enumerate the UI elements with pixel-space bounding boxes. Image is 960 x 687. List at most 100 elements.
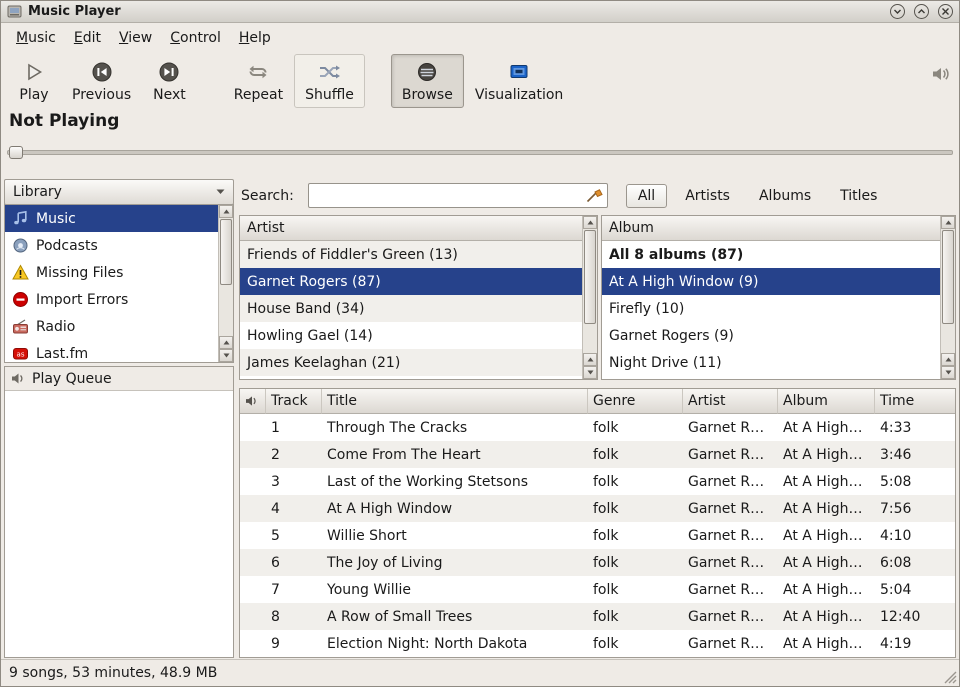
scroll-up-button[interactable] — [583, 353, 597, 366]
scroll-up-button[interactable] — [941, 216, 955, 229]
sidebar-item-radio[interactable]: Radio — [5, 313, 218, 340]
title-bar[interactable]: Music Player — [1, 1, 959, 23]
title-column-header[interactable]: Title — [322, 389, 588, 414]
album-row[interactable]: Night Drive (11) — [602, 349, 940, 376]
browse-label: Browse — [402, 87, 453, 103]
scroll-up-button[interactable] — [219, 205, 233, 218]
status-text: 9 songs, 53 minutes, 48.9 MB — [9, 665, 217, 681]
track-row[interactable]: 8A Row of Small TreesfolkGarnet R…At A H… — [240, 603, 955, 630]
album-scrollbar[interactable] — [940, 216, 955, 379]
artist-row[interactable]: Friends of Fiddler's Green (13) — [240, 241, 582, 268]
next-icon — [158, 60, 180, 84]
sidebar-scrollbar[interactable] — [218, 205, 233, 362]
scroll-up-button[interactable] — [583, 216, 597, 229]
visualization-button[interactable]: Visualization — [464, 54, 574, 108]
browse-button[interactable]: Browse — [391, 54, 464, 108]
track-row[interactable]: 1Through The CracksfolkGarnet R…At A Hig… — [240, 414, 955, 441]
sidebar-item-label: Import Errors — [36, 292, 128, 308]
artist-scrollbar[interactable] — [582, 216, 597, 379]
menu-control[interactable]: Control — [161, 27, 230, 49]
status-bar: 9 songs, 53 minutes, 48.9 MB — [1, 659, 959, 686]
maximize-button[interactable] — [914, 4, 929, 19]
scrollbar-thumb[interactable] — [942, 230, 954, 324]
filter-all[interactable]: All — [626, 184, 667, 208]
resize-grip[interactable] — [944, 671, 957, 684]
repeat-button[interactable]: Repeat — [223, 54, 294, 108]
track-row[interactable]: 2Come From The HeartfolkGarnet R…At A Hi… — [240, 441, 955, 468]
track-row[interactable]: 9Election Night: North DakotafolkGarnet … — [240, 630, 955, 657]
close-button[interactable] — [938, 4, 953, 19]
album-column-header[interactable]: Album — [602, 216, 940, 241]
play-button[interactable]: Play — [7, 54, 61, 108]
speaker-icon — [11, 372, 26, 385]
menu-help[interactable]: Help — [230, 27, 280, 49]
album-row[interactable]: All 8 albums (87) — [602, 241, 940, 268]
album-row[interactable]: At A High Window (9) — [602, 268, 940, 295]
filter-titles[interactable]: Titles — [829, 185, 888, 207]
browse-icon — [416, 60, 438, 84]
app-icon — [7, 4, 22, 19]
sidebar-item-import-errors[interactable]: Import Errors — [5, 286, 218, 313]
error-icon — [12, 291, 29, 308]
chevron-down-icon — [216, 189, 225, 195]
source-selector[interactable]: Library — [4, 179, 234, 205]
track-column-header[interactable]: Track — [266, 389, 322, 414]
artist-list: Friends of Fiddler's Green (13)Garnet Ro… — [240, 241, 582, 379]
track-row[interactable]: 3Last of the Working StetsonsfolkGarnet … — [240, 468, 955, 495]
artist-row[interactable]: Garnet Rogers (87) — [240, 268, 582, 295]
album-column-header[interactable]: Album — [778, 389, 875, 414]
svg-text:as: as — [17, 351, 25, 359]
track-row[interactable]: 5Willie ShortfolkGarnet R…At A High…4:10 — [240, 522, 955, 549]
playing-column-header[interactable] — [240, 389, 266, 414]
shuffle-label: Shuffle — [305, 87, 354, 103]
scrollbar-thumb[interactable] — [220, 219, 232, 285]
seek-handle[interactable] — [9, 146, 23, 159]
previous-button[interactable]: Previous — [61, 54, 142, 108]
sidebar-item-podcasts[interactable]: Podcasts — [5, 232, 218, 259]
filter-albums[interactable]: Albums — [748, 185, 822, 207]
source-list: Music Podcasts Missing Files Import Erro… — [4, 204, 234, 363]
track-row[interactable]: 4At A High WindowfolkGarnet R…At A High…… — [240, 495, 955, 522]
scroll-up-button[interactable] — [941, 353, 955, 366]
scroll-up-button[interactable] — [219, 336, 233, 349]
album-header-label: Album — [609, 220, 654, 236]
artist-row[interactable]: Howling Gael (14) — [240, 322, 582, 349]
seek-trough[interactable] — [7, 150, 953, 155]
menu-edit[interactable]: Edit — [65, 27, 110, 49]
album-row[interactable]: Firefly (10) — [602, 295, 940, 322]
sidebar-item-music[interactable]: Music — [5, 205, 218, 232]
clear-search-icon[interactable] — [586, 189, 603, 203]
artist-column-header[interactable]: Artist — [683, 389, 778, 414]
artist-row[interactable]: James Keelaghan (21) — [240, 349, 582, 376]
play-queue-header[interactable]: Play Queue — [5, 367, 233, 391]
filter-artists[interactable]: Artists — [674, 185, 741, 207]
track-row[interactable]: 6The Joy of LivingfolkGarnet R…At A High… — [240, 549, 955, 576]
album-row[interactable]: Garnet Rogers (9) — [602, 322, 940, 349]
genre-column-header[interactable]: Genre — [588, 389, 683, 414]
time-column-header[interactable]: Time — [875, 389, 955, 414]
radio-icon — [12, 318, 29, 335]
artist-row[interactable]: House Band (34) — [240, 295, 582, 322]
track-list-header: Track Title Genre Artist Album Time — [240, 389, 955, 414]
volume-button[interactable] — [931, 65, 951, 83]
sidebar-item-missing-files[interactable]: Missing Files — [5, 259, 218, 286]
sidebar-item-lastfm[interactable]: as Last.fm — [5, 340, 218, 362]
scroll-down-button[interactable] — [941, 366, 955, 379]
minimize-button[interactable] — [890, 4, 905, 19]
menu-view[interactable]: View — [110, 27, 161, 49]
scroll-down-button[interactable] — [219, 349, 233, 362]
podcast-icon — [12, 237, 29, 254]
warning-icon — [12, 264, 29, 281]
shuffle-button[interactable]: Shuffle — [294, 54, 365, 108]
scrollbar-thumb[interactable] — [584, 230, 596, 324]
artist-column-header[interactable]: Artist — [240, 216, 582, 241]
search-input[interactable] — [309, 184, 586, 207]
next-button[interactable]: Next — [142, 54, 197, 108]
menu-music[interactable]: Music — [7, 27, 65, 49]
album-browser: Album All 8 albums (87)At A High Window … — [601, 215, 956, 380]
scroll-down-button[interactable] — [583, 366, 597, 379]
track-row[interactable]: 7Young WilliefolkGarnet R…At A High…5:04 — [240, 576, 955, 603]
seek-slider[interactable] — [7, 144, 953, 161]
search-entry[interactable] — [308, 183, 608, 208]
artist-header-label: Artist — [247, 220, 285, 236]
